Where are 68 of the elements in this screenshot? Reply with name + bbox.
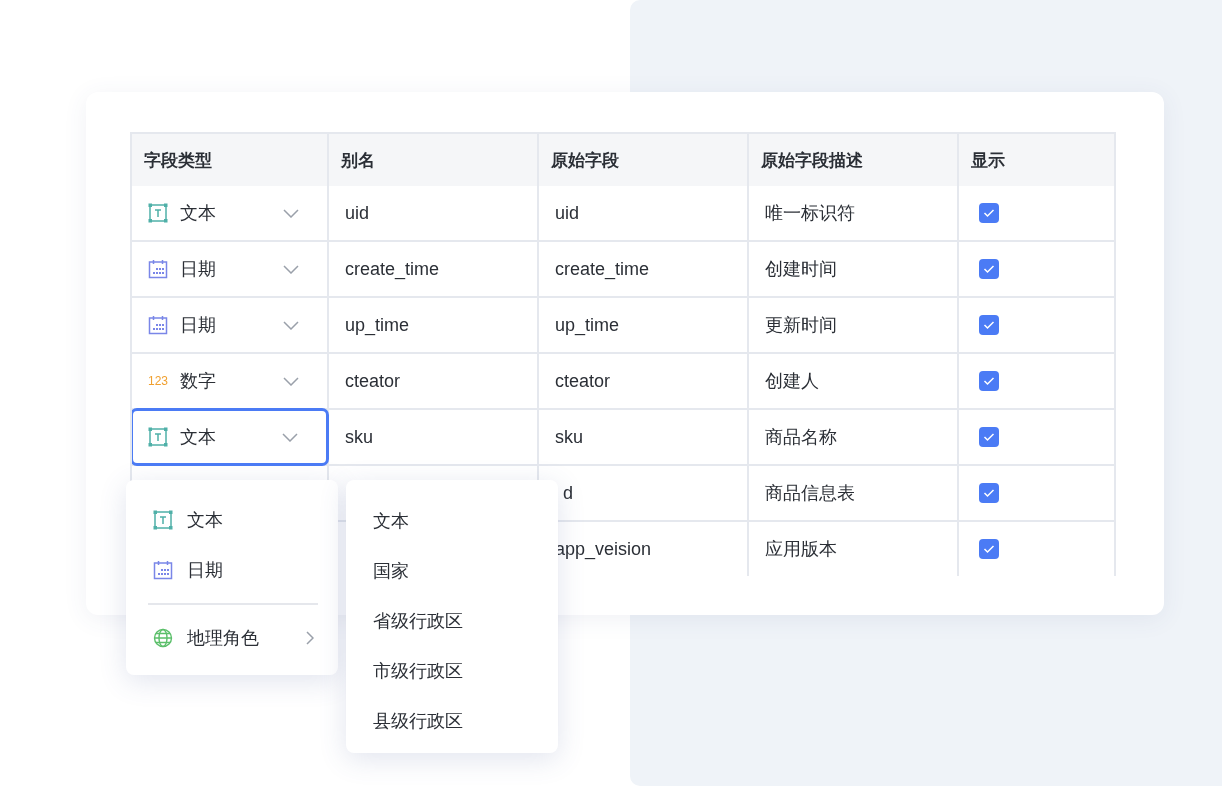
- menu-item-label: 文本: [187, 509, 224, 532]
- table-cell: uid: [555, 202, 580, 224]
- table-cell: cteator: [345, 370, 401, 392]
- checkmark-icon: [983, 376, 995, 386]
- table-cell-text: 更新时间: [765, 314, 837, 337]
- table-cell-text: 唯一标识符: [765, 202, 855, 225]
- menu-item[interactable]: 地理角色: [126, 613, 338, 663]
- table-cell: create_time: [345, 258, 440, 280]
- checkbox[interactable]: [979, 203, 999, 223]
- menu-item[interactable]: 文本: [346, 496, 558, 546]
- menu-item[interactable]: 省级行政区: [346, 596, 558, 646]
- table-cell: create_time: [555, 258, 650, 280]
- type-label: 文本: [180, 426, 217, 449]
- table-cell-text: 创建时间: [765, 258, 837, 281]
- menu-item-label: 日期: [187, 559, 224, 582]
- checkmark-icon: [983, 208, 995, 218]
- menu-item[interactable]: 文本: [126, 495, 338, 545]
- number-type-icon: 123: [148, 374, 168, 388]
- column-header: 字段类型: [132, 134, 329, 186]
- table-cell: uid: [345, 202, 370, 224]
- chevron-down-icon: [282, 432, 298, 442]
- text-type-icon: [153, 510, 173, 530]
- globe-icon: [153, 628, 173, 648]
- menu-item[interactable]: 县级行政区: [346, 696, 558, 746]
- column-header: 别名: [329, 134, 539, 186]
- checkbox[interactable]: [979, 259, 999, 279]
- text-type-icon: [148, 427, 168, 447]
- menu-item[interactable]: 日期: [126, 545, 338, 595]
- table-cell-text: 创建人: [765, 370, 819, 393]
- chevron-down-icon: [283, 264, 299, 274]
- checkbox[interactable]: [979, 427, 999, 447]
- menu-item-label: 地理角色: [187, 627, 260, 650]
- table-cell: sku: [345, 426, 373, 448]
- checkmark-icon: [983, 544, 995, 554]
- checkbox[interactable]: [979, 315, 999, 335]
- type-label: 日期: [180, 258, 217, 281]
- table-cell-text: 商品名称: [765, 426, 837, 449]
- chevron-down-icon: [283, 320, 299, 330]
- type-label: 日期: [180, 314, 217, 337]
- chevron-down-icon: [283, 208, 299, 218]
- column-header: 原始字段描述: [749, 134, 959, 186]
- checkbox[interactable]: [979, 371, 999, 391]
- checkbox[interactable]: [979, 483, 999, 503]
- table-cell: cteator: [555, 370, 611, 392]
- table-cell: sku: [555, 426, 583, 448]
- table-cell: up_time: [345, 314, 410, 336]
- table-cell: up_time: [555, 314, 620, 336]
- column-header: 原始字段: [539, 134, 749, 186]
- calendar-icon: [148, 315, 168, 335]
- text-type-icon: [148, 203, 168, 223]
- checkbox[interactable]: [979, 539, 999, 559]
- checkmark-icon: [983, 264, 995, 274]
- calendar-icon: [153, 560, 173, 580]
- type-label: 数字: [180, 370, 217, 393]
- table-cell-text: 商品信息表: [765, 482, 855, 505]
- table-cell: d: [563, 482, 573, 504]
- table-cell: app_veision: [555, 538, 652, 560]
- checkmark-icon: [983, 432, 995, 442]
- checkmark-icon: [983, 320, 995, 330]
- type-select[interactable]: 文本: [132, 408, 329, 466]
- chevron-down-icon: [283, 376, 299, 386]
- column-header: 显示: [959, 134, 1114, 186]
- table-cell-text: 应用版本: [765, 538, 837, 561]
- menu-item[interactable]: 国家: [346, 546, 558, 596]
- menu-item[interactable]: 市级行政区: [346, 646, 558, 696]
- checkmark-icon: [983, 488, 995, 498]
- calendar-icon: [148, 259, 168, 279]
- type-label: 文本: [180, 202, 217, 225]
